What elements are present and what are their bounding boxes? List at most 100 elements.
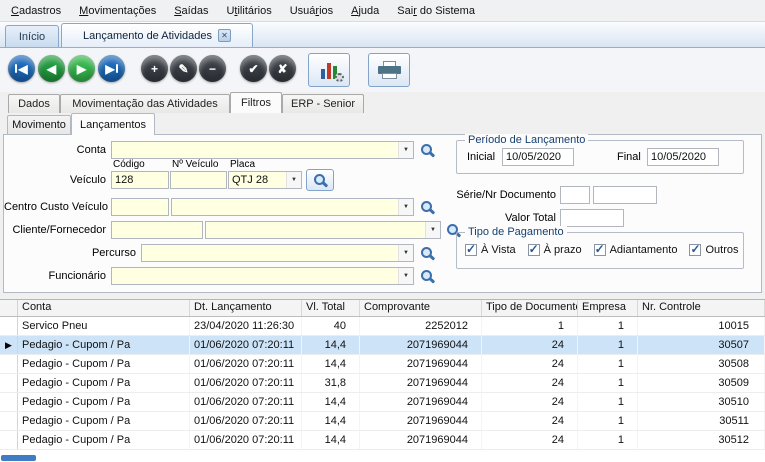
tab-lancamento-de-atividades[interactable]: Lançamento de Atividades ✕: [61, 23, 253, 47]
menu-item-sair-do-sistema[interactable]: Sair do Sistema: [388, 2, 484, 20]
final-date-field[interactable]: 10/05/2020: [647, 148, 719, 166]
row-selector: ▶: [0, 336, 18, 354]
cell: 40: [302, 317, 360, 335]
tab-filtros[interactable]: Filtros: [230, 92, 282, 113]
confirm-button[interactable]: ✔: [240, 55, 267, 82]
close-tab-icon[interactable]: ✕: [218, 29, 231, 42]
placa-combobox[interactable]: QTJ 28 ▼: [228, 171, 302, 189]
menu-item-usu-rios[interactable]: Usuários: [281, 2, 342, 20]
cell: 1: [482, 317, 578, 335]
tab-inicio[interactable]: Início: [5, 25, 59, 47]
column-header-nr-controle[interactable]: Nr. Controle: [638, 300, 765, 316]
tab-lancamentos[interactable]: Lançamentos: [71, 113, 155, 135]
results-grid: ContaDt. LançamentoVl. TotalComprovanteT…: [0, 299, 765, 462]
filters-form: Conta ▼ Código Nº Veículo Placa Veículo …: [3, 134, 762, 293]
dropdown-icon[interactable]: ▼: [398, 268, 413, 284]
table-row[interactable]: Pedagio - Cupom / Pa01/06/2020 07:20:111…: [0, 412, 765, 431]
checkbox-icon: [689, 244, 701, 256]
dropdown-icon[interactable]: ▼: [398, 245, 413, 261]
menu-item-ajuda[interactable]: Ajuda: [342, 2, 388, 20]
cell: 2071969044: [360, 431, 482, 449]
cell: 2071969044: [360, 393, 482, 411]
tab-movimento[interactable]: Movimento: [7, 115, 71, 134]
checkbox-adiantamento[interactable]: Adiantamento: [594, 244, 678, 256]
menu-item-movimenta-es[interactable]: Movimentações: [70, 2, 165, 20]
column-header-empresa[interactable]: Empresa: [578, 300, 638, 316]
serie-field[interactable]: [560, 186, 590, 204]
table-row[interactable]: ▶Pedagio - Cupom / Pa01/06/2020 07:20:11…: [0, 336, 765, 355]
table-row[interactable]: Pedagio - Cupom / Pa01/06/2020 07:20:111…: [0, 355, 765, 374]
nr-veiculo-field[interactable]: [170, 171, 227, 189]
percurso-label: Percurso: [34, 247, 136, 259]
cell: 10015: [638, 317, 765, 335]
dropdown-icon[interactable]: ▼: [425, 222, 440, 238]
checkbox-label: Outros: [705, 244, 738, 256]
dropdown-icon[interactable]: ▼: [398, 199, 413, 215]
nav-next-button[interactable]: ▶: [68, 55, 95, 82]
funcionario-search-button[interactable]: [417, 267, 437, 285]
cell: 23/04/2020 11:26:30: [190, 317, 302, 335]
cliente-code-field[interactable]: [111, 221, 203, 239]
tab-lancamento-label: Lançamento de Atividades: [83, 30, 212, 42]
column-header-dt-lan-amento[interactable]: Dt. Lançamento: [190, 300, 302, 316]
column-header-comprovante[interactable]: Comprovante: [360, 300, 482, 316]
nr-documento-field[interactable]: [593, 186, 657, 204]
placa-label: Placa: [230, 159, 255, 170]
codigo-label: Código: [113, 159, 145, 170]
menu-item-cadastros[interactable]: Cadastros: [2, 2, 70, 20]
cell: 1: [578, 374, 638, 392]
payment-options: À Vista À prazo Adiantamento Outros: [465, 244, 750, 256]
cell: 1: [578, 355, 638, 373]
centro-custo-value: [172, 199, 398, 215]
dropdown-icon[interactable]: ▼: [398, 142, 413, 158]
veiculo-codigo-field[interactable]: 128: [111, 171, 169, 189]
menu-item-sa-das[interactable]: Saídas: [165, 2, 217, 20]
edit-button[interactable]: ✎: [170, 55, 197, 82]
tab-movimentacao-das-atividades[interactable]: Movimentação das Atividades: [60, 94, 230, 113]
centro-custo-combobox[interactable]: ▼: [171, 198, 414, 216]
column-header-conta[interactable]: Conta: [18, 300, 190, 316]
funcionario-combobox[interactable]: ▼: [111, 267, 414, 285]
nav-first-button[interactable]: ◀: [8, 55, 35, 82]
percurso-search-button[interactable]: [417, 244, 437, 262]
cell: 1: [578, 431, 638, 449]
centro-custo-code-field[interactable]: [111, 198, 169, 216]
row-selector: [0, 412, 18, 430]
page-tab-bar: Dados Movimentação das Atividades Filtro…: [0, 92, 765, 113]
remove-button[interactable]: −: [199, 55, 226, 82]
table-row[interactable]: Pedagio - Cupom / Pa01/06/2020 07:20:113…: [0, 374, 765, 393]
cell: 01/06/2020 07:20:11: [190, 393, 302, 411]
column-header-tipo-de-documento[interactable]: Tipo de Documento: [482, 300, 578, 316]
conta-search-button[interactable]: [417, 141, 437, 159]
cell: 01/06/2020 07:20:11: [190, 355, 302, 373]
cliente-value: [206, 222, 425, 238]
checkbox-vista[interactable]: À Vista: [465, 244, 516, 256]
valor-total-field[interactable]: [560, 209, 624, 227]
cliente-combobox[interactable]: ▼: [205, 221, 441, 239]
cancel-button[interactable]: ✘: [269, 55, 296, 82]
hscrollbar-thumb[interactable]: [1, 455, 36, 461]
column-header-vl-total[interactable]: Vl. Total: [302, 300, 360, 316]
checkbox-prazo[interactable]: À prazo: [528, 244, 582, 256]
inicial-date-field[interactable]: 10/05/2020: [502, 148, 574, 166]
table-row[interactable]: Pedagio - Cupom / Pa01/06/2020 07:20:111…: [0, 393, 765, 412]
row-selector: [0, 393, 18, 411]
table-row[interactable]: Servico Pneu23/04/2020 11:26:30402252012…: [0, 317, 765, 336]
cell: 14,4: [302, 431, 360, 449]
periodo-lancamento-group: Período de Lançamento Inicial 10/05/2020…: [456, 140, 744, 174]
conta-combobox[interactable]: ▼: [111, 141, 414, 159]
nav-prev-button[interactable]: ◀: [38, 55, 65, 82]
menu-item-utilit-rios[interactable]: Utilitários: [217, 2, 280, 20]
print-button[interactable]: [368, 53, 410, 87]
tab-erp-senior[interactable]: ERP - Senior: [282, 94, 364, 113]
dropdown-icon[interactable]: ▼: [286, 172, 301, 188]
nav-last-button[interactable]: ▶: [98, 55, 125, 82]
app-window: CadastrosMovimentaçõesSaídasUtilitáriosU…: [0, 0, 765, 462]
add-button[interactable]: +: [141, 55, 168, 82]
percurso-combobox[interactable]: ▼: [141, 244, 414, 262]
checkbox-outros[interactable]: Outros: [689, 244, 738, 256]
tab-dados[interactable]: Dados: [8, 94, 60, 113]
veiculo-search-button[interactable]: [306, 169, 334, 191]
chart-button[interactable]: [308, 53, 350, 87]
table-row[interactable]: Pedagio - Cupom / Pa01/06/2020 07:20:111…: [0, 431, 765, 450]
